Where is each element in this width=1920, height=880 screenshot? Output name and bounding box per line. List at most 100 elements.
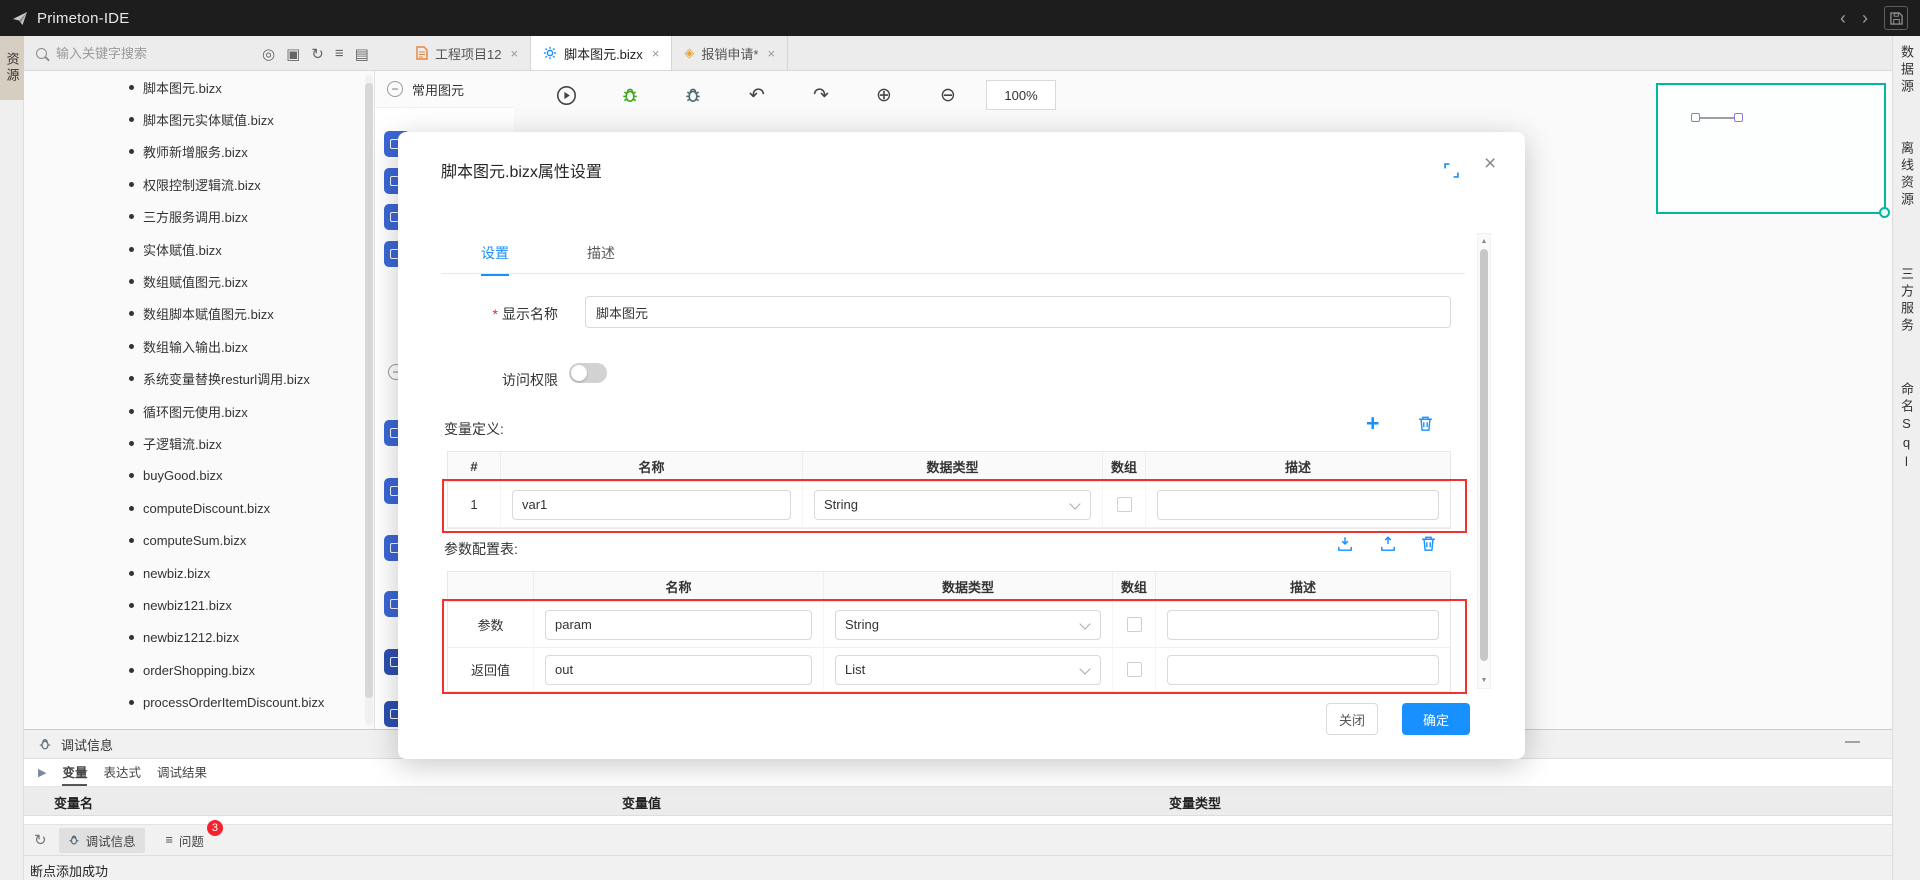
resources-rail-tab[interactable]: 资源 (0, 36, 24, 100)
array-checkbox[interactable] (1117, 497, 1132, 512)
debug-icon[interactable] (681, 83, 705, 107)
tree-item[interactable]: 数组赋值图元.bizx (24, 265, 374, 297)
array-checkbox[interactable] (1127, 617, 1142, 632)
refresh-icon[interactable]: ↻ (34, 831, 47, 849)
title-bar-actions: ‹ › (1840, 0, 1908, 36)
close-tab-icon[interactable]: × (510, 46, 518, 61)
run-icon[interactable] (554, 83, 578, 107)
list-icon: ≡ (166, 833, 173, 847)
locate-icon[interactable]: ◎ (262, 45, 275, 63)
zoom-level[interactable]: 100% (986, 80, 1056, 110)
scrollbar-thumb[interactable] (1480, 249, 1488, 661)
debug-run-icon[interactable] (618, 83, 642, 107)
tree-item[interactable]: orderShopping.bizx (24, 654, 374, 686)
rail-tab-thirdparty[interactable]: 三方服务 (1897, 267, 1916, 335)
nav-back-icon[interactable]: ‹ (1840, 9, 1846, 27)
tree-item[interactable]: buyGood.bizx (24, 460, 374, 492)
tab-project12[interactable]: 工程项目12 × (404, 36, 531, 70)
close-icon[interactable]: × (1484, 152, 1496, 176)
rail-tab-named-sql[interactable]: 命名Sql (1897, 382, 1916, 473)
bottom-tab-problems[interactable]: ≡ 问题 3 (157, 828, 213, 853)
variable-name-input[interactable] (512, 490, 791, 520)
rail-tab-datasource[interactable]: 数据源 (1897, 45, 1916, 96)
return-desc-input[interactable] (1167, 655, 1439, 685)
close-tab-icon[interactable]: × (767, 46, 775, 61)
tree-item[interactable]: 三方服务调用.bizx (24, 201, 374, 233)
zoom-in-icon[interactable]: ⊕ (872, 83, 896, 107)
tree-item[interactable]: 子逻辑流.bizx (24, 427, 374, 459)
display-name-input[interactable] (585, 296, 1451, 328)
undo-icon[interactable]: ↶ (745, 83, 769, 107)
delete-variable-icon[interactable] (1417, 415, 1434, 437)
import-icon[interactable] (1336, 535, 1354, 558)
tree-item[interactable]: processOrderItemDiscount.bizx (24, 686, 374, 718)
rail-tab-offline-res[interactable]: 离线资源 (1897, 141, 1916, 209)
tree-item[interactable]: 教师新增服务.bizx (24, 136, 374, 168)
split-panel-icon[interactable]: ▤ (355, 45, 369, 63)
bottom-tab-debug-info[interactable]: 调试信息 (59, 828, 145, 853)
minimize-icon[interactable]: — (1845, 733, 1860, 750)
tree-item[interactable]: 权限控制逻辑流.bizx (24, 168, 374, 200)
return-name-input[interactable] (545, 655, 812, 685)
variable-type-select[interactable]: String (814, 490, 1091, 520)
zoom-out-icon[interactable]: ⊖ (936, 83, 960, 107)
redo-icon[interactable]: ↷ (809, 83, 833, 107)
dialog-title: 脚本图元.bizx属性设置 (441, 158, 602, 182)
tree-item[interactable]: computeDiscount.bizx (24, 492, 374, 524)
refresh-icon[interactable]: ↻ (311, 45, 324, 63)
param-name-input[interactable] (545, 610, 812, 640)
dialog-scrollbar[interactable]: ▲ ▼ (1477, 233, 1491, 689)
debug-info-icon (68, 834, 80, 846)
tab-description[interactable]: 描述 (587, 232, 615, 276)
variable-desc-input[interactable] (1157, 490, 1439, 520)
package-icon[interactable]: ▣ (286, 45, 300, 63)
bullet-icon (129, 311, 134, 316)
tab-variables[interactable]: 变量 (62, 759, 87, 786)
return-type-select[interactable]: List (835, 655, 1101, 685)
tree-item[interactable]: 系统变量替换resturl调用.bizx (24, 363, 374, 395)
col-variable-name: 变量名 (54, 793, 93, 812)
scroll-up-icon[interactable]: ▲ (1478, 235, 1490, 248)
sort-icon[interactable]: ≡ (335, 45, 344, 62)
tree-item[interactable]: computeSum.bizx (24, 524, 374, 556)
nav-forward-icon[interactable]: › (1862, 9, 1868, 27)
chevron-down-icon (1079, 663, 1090, 674)
tree-item[interactable]: 数组脚本赋值图元.bizx (24, 298, 374, 330)
array-checkbox[interactable] (1127, 662, 1142, 677)
scroll-down-icon[interactable]: ▼ (1478, 674, 1490, 687)
tree-scrollbar[interactable] (365, 75, 373, 725)
tree-item[interactable]: 循环图元使用.bizx (24, 395, 374, 427)
primeton-ide-window: Primeton-IDE ‹ › 资源 ◎ ▣ ↻ ≡ ▤ 工程项目12 (0, 0, 1920, 880)
canvas-selection[interactable] (1656, 83, 1886, 214)
resize-handle[interactable] (1879, 207, 1890, 218)
tab-debug-result[interactable]: 调试结果 (157, 759, 207, 786)
ok-button[interactable]: 确定 (1402, 703, 1470, 735)
tree-item[interactable]: newbiz1212.bizx (24, 622, 374, 654)
collapse-icon[interactable]: − (387, 81, 403, 97)
tree-item[interactable]: newbiz.bizx (24, 557, 374, 589)
tab-expense-request[interactable]: ◈ 报销申请* × (672, 36, 788, 70)
tree-item[interactable]: 数组输入输出.bizx (24, 330, 374, 362)
tree-item[interactable]: 脚本图元实体赋值.bizx (24, 103, 374, 135)
export-icon[interactable] (1379, 535, 1397, 558)
close-button[interactable]: 关闭 (1326, 703, 1378, 735)
access-toggle[interactable] (569, 363, 607, 383)
required-mark: * (493, 306, 498, 322)
add-variable-icon[interactable]: + (1366, 412, 1379, 435)
step-play-icon[interactable]: ▶ (38, 766, 46, 779)
tree-item[interactable]: 脚本图元.bizx (24, 71, 374, 103)
close-tab-icon[interactable]: × (652, 46, 660, 61)
save-icon[interactable] (1884, 6, 1908, 30)
tree-item[interactable]: 实体赋值.bizx (24, 233, 374, 265)
delete-param-icon[interactable] (1420, 535, 1437, 557)
tab-settings[interactable]: 设置 (481, 232, 509, 276)
param-desc-input[interactable] (1167, 610, 1439, 640)
palette-header[interactable]: − 常用图元 (375, 71, 514, 108)
fullscreen-icon[interactable] (1444, 163, 1459, 183)
tab-expressions[interactable]: 表达式 (103, 759, 141, 786)
search-input[interactable] (54, 45, 208, 62)
param-type-select[interactable]: String (835, 610, 1101, 640)
tab-script-bizx[interactable]: 脚本图元.bizx × (531, 36, 672, 70)
tree-item[interactable]: newbiz121.bizx (24, 589, 374, 621)
scrollbar-thumb[interactable] (365, 83, 373, 698)
